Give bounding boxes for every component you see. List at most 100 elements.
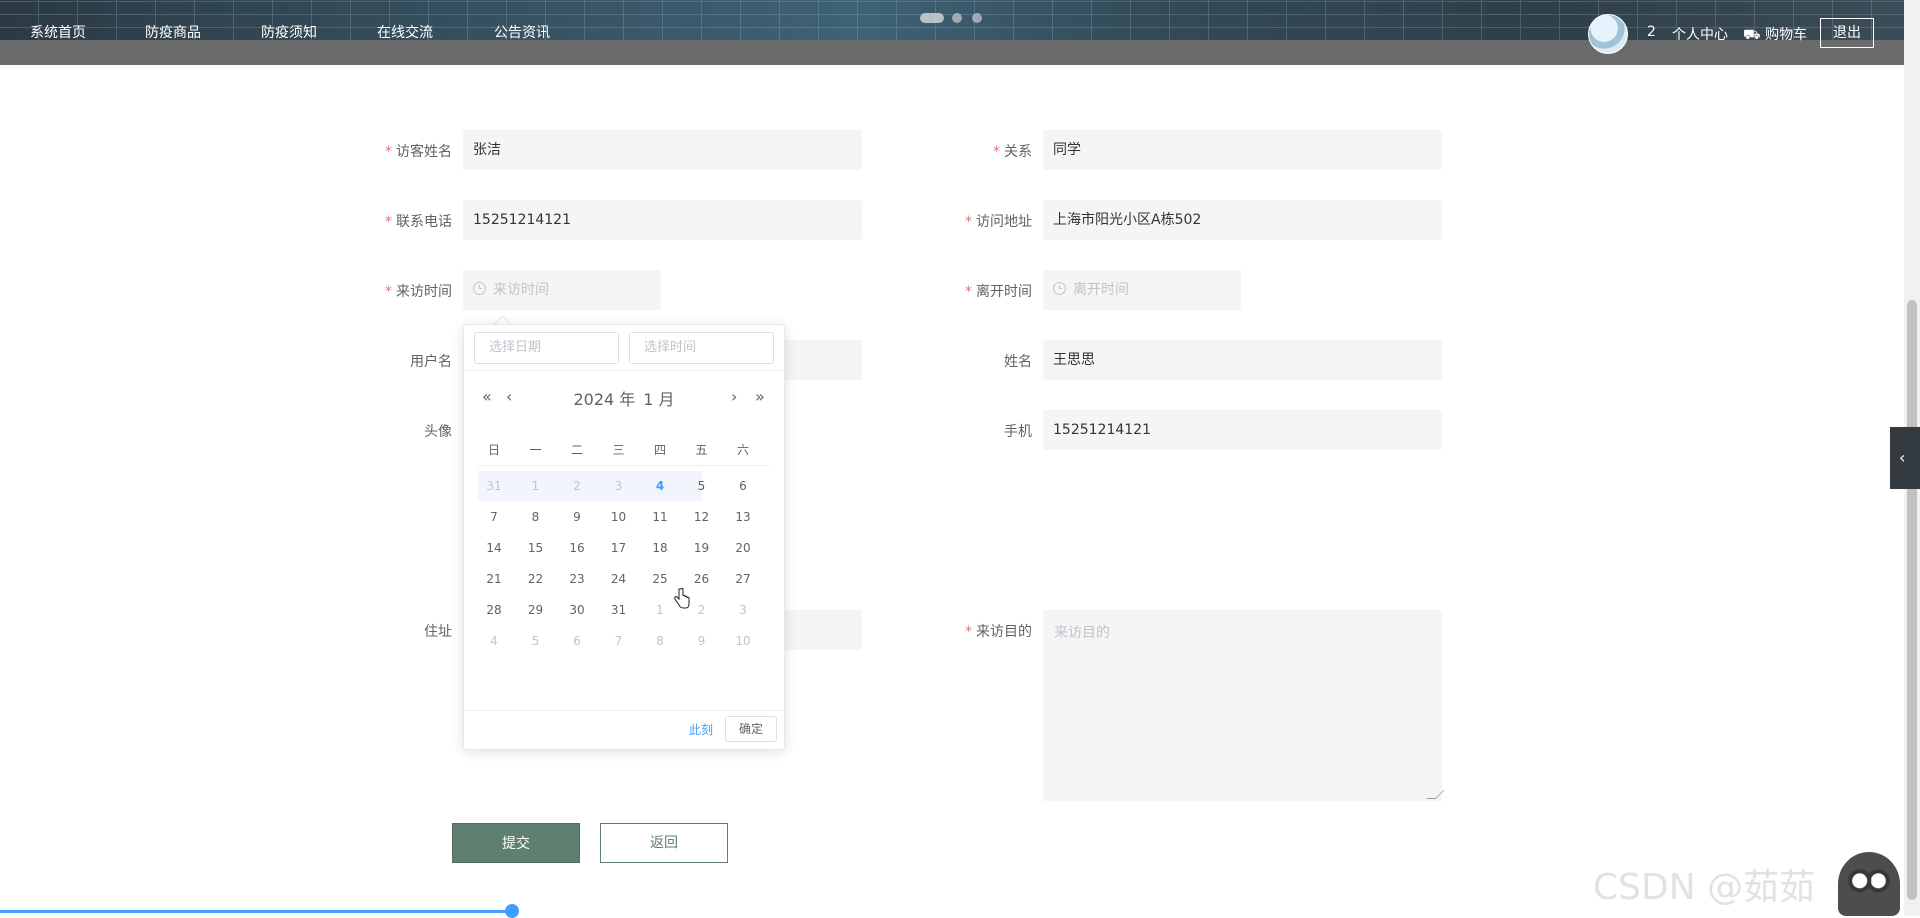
relation-input[interactable]: 同学 bbox=[1043, 130, 1442, 170]
scrollbar-thumb[interactable] bbox=[1907, 300, 1917, 900]
username-label: 用户名 bbox=[410, 354, 452, 370]
profile-link[interactable]: 个人中心 bbox=[1672, 24, 1728, 44]
nav-band bbox=[0, 40, 1920, 65]
visitor-name-label: * 访客姓名 bbox=[385, 144, 452, 160]
calendar-day[interactable]: 11 bbox=[640, 503, 680, 531]
relation-label: * 关系 bbox=[993, 144, 1032, 160]
weekday-label: 一 bbox=[529, 443, 542, 457]
time-input[interactable]: 选择时间 bbox=[629, 332, 774, 364]
watermark: CSDN @茹茹 bbox=[1593, 867, 1816, 908]
clock-icon bbox=[473, 282, 486, 295]
calendar-day[interactable]: 17 bbox=[599, 534, 639, 562]
visitor-name-input[interactable]: 张洁 bbox=[463, 130, 862, 170]
calendar-day[interactable]: 10 bbox=[599, 503, 639, 531]
carousel-dot[interactable] bbox=[920, 13, 944, 23]
hand-cursor-icon bbox=[674, 588, 690, 609]
purpose-label: * 来访目的 bbox=[965, 624, 1032, 640]
purpose-textarea[interactable]: 来访目的 bbox=[1043, 610, 1445, 801]
calendar-day[interactable]: 14 bbox=[474, 534, 514, 562]
datetime-picker: 选择日期 选择时间 « ‹ 2024 年1 月 › » 日一二三四五六 31 1 2… bbox=[463, 324, 785, 750]
divider bbox=[478, 465, 770, 466]
phone-input[interactable]: 15251214121 bbox=[463, 200, 862, 240]
calendar-day[interactable]: 3 bbox=[599, 472, 639, 500]
calendar-day[interactable]: 19 bbox=[682, 534, 722, 562]
calendar-day[interactable]: 6 bbox=[723, 472, 763, 500]
chevron-left-icon: ‹ bbox=[1899, 448, 1906, 467]
year-label[interactable]: 2024 年 bbox=[573, 390, 635, 409]
calendar-day[interactable]: 31 bbox=[599, 596, 639, 624]
weekday-label: 日 bbox=[487, 443, 500, 457]
back-button[interactable]: 返回 bbox=[600, 823, 728, 863]
calendar-day[interactable]: 30 bbox=[557, 596, 597, 624]
phone-label: * 联系电话 bbox=[385, 214, 452, 230]
calendar-day[interactable]: 5 bbox=[516, 627, 556, 655]
carousel-dot[interactable] bbox=[952, 13, 962, 23]
leave-time-label: * 离开时间 bbox=[965, 284, 1032, 300]
nav-home[interactable]: 系统首页 bbox=[30, 22, 86, 42]
truck-icon: ⛟ bbox=[1743, 27, 1761, 43]
next-year-icon[interactable]: » bbox=[755, 387, 765, 406]
calendar-day[interactable]: 18 bbox=[640, 534, 680, 562]
calendar-day[interactable]: 7 bbox=[599, 627, 639, 655]
calendar-day[interactable]: 7 bbox=[474, 503, 514, 531]
nav-forum[interactable]: 在线交流 bbox=[377, 22, 433, 42]
calendar-day[interactable]: 28 bbox=[474, 596, 514, 624]
next-month-icon[interactable]: › bbox=[731, 387, 737, 406]
submit-button[interactable]: 提交 bbox=[452, 823, 580, 863]
calendar-day[interactable]: 27 bbox=[723, 565, 763, 593]
name-input[interactable]: 王思思 bbox=[1043, 340, 1442, 380]
side-drawer-toggle[interactable]: ‹ bbox=[1890, 427, 1920, 489]
calendar-day[interactable]: 13 bbox=[723, 503, 763, 531]
calendar-day[interactable]: 2 bbox=[557, 472, 597, 500]
cart-label: 购物车 bbox=[1765, 27, 1808, 43]
calendar-day[interactable]: 4 bbox=[640, 472, 680, 500]
weekday-label: 三 bbox=[612, 443, 625, 457]
address-label: * 访问地址 bbox=[965, 214, 1032, 230]
weekday-label: 六 bbox=[736, 443, 749, 457]
carousel-dot[interactable] bbox=[972, 13, 982, 23]
calendar-day[interactable]: 10 bbox=[723, 627, 763, 655]
calendar-day[interactable]: 31 bbox=[474, 472, 514, 500]
calendar-day[interactable]: 8 bbox=[516, 503, 556, 531]
leave-time-input[interactable]: 离开时间 bbox=[1043, 270, 1241, 310]
video-progress-bar[interactable] bbox=[0, 910, 514, 913]
calendar-day[interactable]: 8 bbox=[640, 627, 680, 655]
resize-handle[interactable] bbox=[1426, 790, 1445, 799]
divider bbox=[464, 710, 784, 711]
calendar-day[interactable]: 1 bbox=[516, 472, 556, 500]
nav-products[interactable]: 防疫商品 bbox=[145, 22, 201, 42]
divider bbox=[464, 370, 784, 371]
cart-link[interactable]: ⛟ 购物车 bbox=[1743, 24, 1807, 45]
now-button[interactable]: 此刻 bbox=[689, 721, 713, 738]
address-input[interactable]: 上海市阳光小区A栋502 bbox=[1043, 200, 1442, 240]
calendar-day[interactable]: 4 bbox=[474, 627, 514, 655]
calendar-day[interactable]: 24 bbox=[599, 565, 639, 593]
logout-button[interactable]: 退出 bbox=[1820, 18, 1874, 48]
calendar-day[interactable]: 5 bbox=[682, 472, 722, 500]
visit-time-input[interactable]: 来访时间 bbox=[463, 270, 661, 310]
calendar-day[interactable]: 23 bbox=[557, 565, 597, 593]
confirm-button[interactable]: 确定 bbox=[725, 716, 777, 742]
mobile-input[interactable]: 15251214121 bbox=[1043, 410, 1442, 450]
calendar-day[interactable]: 20 bbox=[723, 534, 763, 562]
calendar-day[interactable]: 12 bbox=[682, 503, 722, 531]
calendar-day[interactable]: 15 bbox=[516, 534, 556, 562]
visit-time-label: * 来访时间 bbox=[385, 284, 452, 300]
calendar-day[interactable]: 6 bbox=[557, 627, 597, 655]
calendar-day[interactable]: 21 bbox=[474, 565, 514, 593]
avatar-label: 头像 bbox=[424, 424, 452, 440]
calendar-day[interactable]: 29 bbox=[516, 596, 556, 624]
user-avatar[interactable] bbox=[1588, 14, 1628, 54]
calendar-day[interactable]: 16 bbox=[557, 534, 597, 562]
calendar-day[interactable]: 9 bbox=[557, 503, 597, 531]
date-input[interactable]: 选择日期 bbox=[474, 332, 619, 364]
nav-notice[interactable]: 防疫须知 bbox=[261, 22, 317, 42]
calendar-day[interactable]: 22 bbox=[516, 565, 556, 593]
weekday-label: 四 bbox=[653, 443, 666, 457]
weekday-label: 二 bbox=[570, 443, 583, 457]
mobile-label: 手机 bbox=[1004, 424, 1032, 440]
calendar-day[interactable]: 9 bbox=[682, 627, 722, 655]
month-label[interactable]: 1 月 bbox=[643, 390, 674, 409]
calendar-day[interactable]: 3 bbox=[723, 596, 763, 624]
nav-news[interactable]: 公告资讯 bbox=[494, 22, 550, 42]
